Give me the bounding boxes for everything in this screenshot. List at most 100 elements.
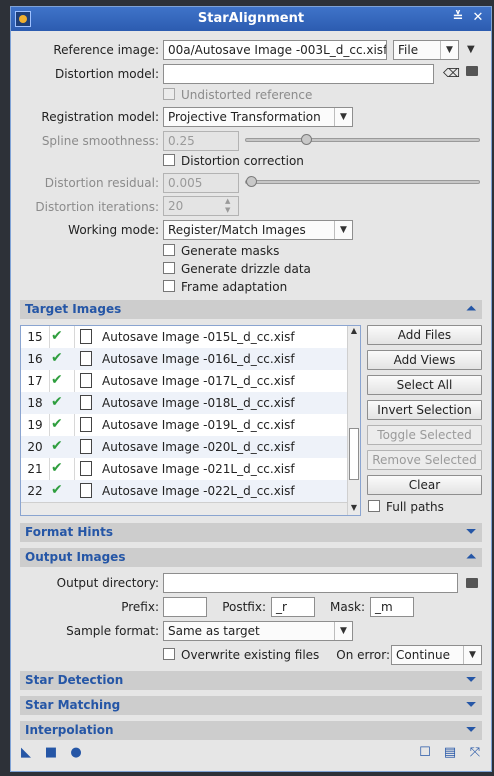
list-item[interactable]: 15 ✔ Autosave Image -015L_d_cc.xisf xyxy=(21,326,347,348)
collapse-icon[interactable]: ⏶ xyxy=(466,301,476,316)
expand-icon[interactable]: ⏷ xyxy=(466,524,476,539)
spline-smoothness-handle[interactable] xyxy=(301,134,312,145)
distortion-residual-handle[interactable] xyxy=(246,176,257,187)
enabled-check-icon[interactable]: ✔ xyxy=(51,350,63,366)
output-directory-field[interactable] xyxy=(163,573,458,593)
list-item[interactable]: 16 ✔ Autosave Image -016L_d_cc.xisf xyxy=(21,348,347,370)
generate-masks-checkbox[interactable] xyxy=(163,244,175,256)
file-icon xyxy=(80,373,92,388)
distortion-residual-slider[interactable] xyxy=(245,180,480,184)
list-item[interactable]: 17 ✔ Autosave Image -017L_d_cc.xisf xyxy=(21,370,347,392)
apply-icon[interactable]: ● xyxy=(69,746,83,760)
enabled-check-icon[interactable]: ✔ xyxy=(51,438,63,454)
spin-arrows-icon[interactable]: ▲ ▼ xyxy=(225,197,230,215)
prefix-field[interactable] xyxy=(163,597,207,617)
interpolation-section-header[interactable]: Interpolation ⏷ xyxy=(20,721,482,740)
row-index: 16 xyxy=(27,352,43,366)
format-hints-section-header[interactable]: Format Hints ⏷ xyxy=(20,523,482,542)
list-vertical-scrollbar[interactable]: ▲ ▼ xyxy=(347,326,360,515)
spline-smoothness-slider[interactable] xyxy=(245,138,480,142)
full-paths-checkbox[interactable] xyxy=(368,500,380,512)
reset-icon[interactable]: ⤧ xyxy=(468,746,482,760)
row-file-name: Autosave Image -019L_d_cc.xisf xyxy=(102,418,295,432)
output-images-section-header[interactable]: Output Images ⏶ xyxy=(20,548,482,567)
spline-smoothness-field[interactable]: 0.25 xyxy=(163,131,239,151)
generate-drizzle-checkbox[interactable] xyxy=(163,262,175,274)
scroll-down-icon[interactable]: ▼ xyxy=(348,503,360,512)
registration-model-select[interactable]: Projective Transformation ▼ xyxy=(163,107,353,127)
frame-adaptation-label: Frame adaptation xyxy=(181,280,288,294)
working-mode-label: Working mode: xyxy=(68,223,159,237)
frame-adaptation-checkbox[interactable] xyxy=(163,280,175,292)
enabled-check-icon[interactable]: ✔ xyxy=(51,372,63,388)
list-item[interactable]: 22 ✔ Autosave Image -022L_d_cc.xisf xyxy=(21,480,347,502)
star-alignment-window: StarAlignment ≚ ✕ Reference image: 00a/A… xyxy=(10,6,492,772)
enabled-check-icon[interactable]: ✔ xyxy=(51,328,63,344)
mask-field[interactable]: _m xyxy=(370,597,414,617)
scroll-up-icon[interactable]: ▲ xyxy=(348,326,360,335)
reference-image-field[interactable]: 00a/Autosave Image -003L_d_cc.xisf xyxy=(163,40,387,60)
file-icon xyxy=(80,351,92,366)
add-views-button[interactable]: Add Views xyxy=(367,350,482,370)
list-item[interactable]: 20 ✔ Autosave Image -020L_d_cc.xisf xyxy=(21,436,347,458)
close-icon[interactable]: ✕ xyxy=(471,11,485,25)
chevron-down-icon: ▼ xyxy=(334,108,352,126)
distortion-model-field[interactable] xyxy=(163,64,434,84)
window-title: StarAlignment xyxy=(197,11,305,26)
chevron-down-icon: ▼ xyxy=(440,41,458,59)
postfix-field[interactable]: _r xyxy=(271,597,315,617)
collapse-icon[interactable]: ⏶ xyxy=(466,549,476,564)
clear-button[interactable]: Clear xyxy=(367,475,482,495)
star-detection-title: Star Detection xyxy=(25,673,124,687)
list-horizontal-scrollbar[interactable] xyxy=(21,502,347,515)
clear-field-icon[interactable]: ⌫ xyxy=(443,66,460,80)
file-icon xyxy=(80,395,92,410)
row-file-name: Autosave Image -016L_d_cc.xisf xyxy=(102,352,295,366)
distortion-model-label: Distortion model: xyxy=(54,67,159,81)
new-instance-icon[interactable]: ◣ xyxy=(19,746,33,760)
undistorted-reference-checkbox[interactable] xyxy=(163,88,175,100)
reference-menu-arrow-icon[interactable]: ▼ xyxy=(467,44,475,55)
toggle-selected-button[interactable]: Toggle Selected xyxy=(367,425,482,445)
remove-selected-button[interactable]: Remove Selected xyxy=(367,450,482,470)
scrollbar-thumb[interactable] xyxy=(349,428,359,480)
overwrite-checkbox[interactable] xyxy=(163,648,175,660)
enabled-check-icon[interactable]: ✔ xyxy=(51,394,63,410)
star-detection-section-header[interactable]: Star Detection ⏷ xyxy=(20,671,482,690)
list-item[interactable]: 21 ✔ Autosave Image -021L_d_cc.xisf xyxy=(21,458,347,480)
add-files-button[interactable]: Add Files xyxy=(367,325,482,345)
sample-format-select[interactable]: Same as target ▼ xyxy=(163,621,353,641)
row-index: 18 xyxy=(27,396,43,410)
save-instance-icon[interactable]: ▤ xyxy=(443,746,457,760)
expand-icon[interactable]: ⏷ xyxy=(466,697,476,712)
working-mode-select[interactable]: Register/Match Images ▼ xyxy=(163,220,353,240)
documentation-icon[interactable]: ☐ xyxy=(418,746,432,760)
target-images-list[interactable]: 15 ✔ Autosave Image -015L_d_cc.xisf 16 ✔ Auto… xyxy=(20,325,361,516)
expand-icon[interactable]: ⏷ xyxy=(466,672,476,687)
reference-mode-select[interactable]: File ▼ xyxy=(393,40,459,60)
row-file-name: Autosave Image -022L_d_cc.xisf xyxy=(102,484,295,498)
shade-icon[interactable]: ≚ xyxy=(451,11,465,25)
apply-global-icon[interactable]: ■ xyxy=(44,746,58,760)
select-all-button[interactable]: Select All xyxy=(367,375,482,395)
on-error-select[interactable]: Continue ▼ xyxy=(391,645,482,665)
chevron-down-icon: ▼ xyxy=(463,646,481,664)
enabled-check-icon[interactable]: ✔ xyxy=(51,482,63,498)
folder-icon[interactable] xyxy=(466,578,478,588)
title-bar[interactable]: StarAlignment ≚ ✕ xyxy=(11,7,491,31)
list-item[interactable]: 19 ✔ Autosave Image -019L_d_cc.xisf xyxy=(21,414,347,436)
expand-icon[interactable]: ⏷ xyxy=(466,722,476,737)
target-images-section-header[interactable]: Target Images ⏶ xyxy=(20,300,482,319)
star-matching-section-header[interactable]: Star Matching ⏷ xyxy=(20,696,482,715)
folder-icon[interactable] xyxy=(466,66,478,76)
file-icon xyxy=(80,483,92,498)
invert-selection-button[interactable]: Invert Selection xyxy=(367,400,482,420)
enabled-check-icon[interactable]: ✔ xyxy=(51,460,63,476)
row-index: 17 xyxy=(27,374,43,388)
row-index: 21 xyxy=(27,462,43,476)
distortion-correction-checkbox[interactable] xyxy=(163,154,175,166)
enabled-check-icon[interactable]: ✔ xyxy=(51,416,63,432)
mask-label: Mask: xyxy=(330,600,365,614)
distortion-residual-field[interactable]: 0.005 xyxy=(163,173,239,193)
list-item[interactable]: 18 ✔ Autosave Image -018L_d_cc.xisf xyxy=(21,392,347,414)
